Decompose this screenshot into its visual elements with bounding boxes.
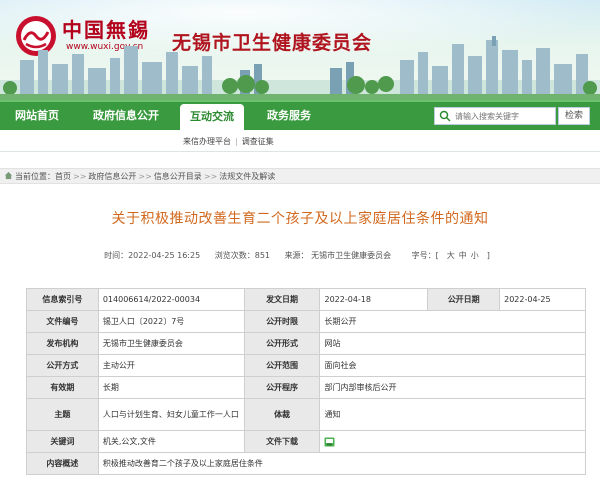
table-value: 无锡市卫生健康委员会 — [97, 332, 245, 355]
article-views: 浏览次数：851 — [214, 251, 271, 260]
table-key: 发文日期 — [243, 288, 321, 311]
table-value: 2022-04-25 — [499, 288, 586, 311]
table-row: 内容概述 积极推动改善育二个孩子及以上家庭居住条件 — [26, 452, 587, 475]
breadcrumb: 当前位置：首页 >> 政府信息公开 >> 信息公开目录 >> 法规文件及解读 — [0, 168, 600, 184]
nav-interaction[interactable]: 互动交流 — [180, 104, 244, 132]
nav-gov-info[interactable]: 政府信息公开 — [78, 102, 174, 130]
download-cell — [319, 430, 586, 453]
table-key: 文件编号 — [26, 310, 99, 333]
nav-home[interactable]: 网站首页 — [0, 102, 74, 130]
table-key: 内容概述 — [26, 452, 99, 475]
table-value: 网站 — [319, 332, 586, 355]
article-title: 关于积极推动改善生育二个孩子及以上家庭居住条件的通知 — [111, 211, 489, 227]
download-icon[interactable] — [324, 437, 335, 447]
subnav-item-letters[interactable]: 来信办理平台 — [183, 137, 231, 146]
table-row: 文件编号 锡卫人口〔2022〕7号 公开时限 长期公开 — [26, 310, 586, 333]
table-key: 公开程序 — [243, 376, 321, 399]
table-key: 公开时限 — [243, 310, 321, 333]
breadcrumb-separator: >> — [138, 172, 152, 181]
breadcrumb-prefix: 当前位置： — [15, 172, 55, 181]
table-value: 面向社会 — [319, 354, 586, 377]
table-value: 锡卫人口〔2022〕7号 — [97, 310, 245, 333]
table-key: 公开日期 — [427, 288, 501, 311]
table-value: 人口与计划生育、妇女儿童工作一人口 — [97, 398, 245, 431]
font-size-label-end: ] — [486, 251, 490, 260]
table-row: 关键词 机关,公文,文件 文件下载 — [26, 430, 586, 453]
site-banner: 中国無錫 www.wuxi.gov.cn 无锡市卫生健康委员会 — [0, 0, 600, 100]
font-size-control: 字号：[ 大中小] — [406, 251, 496, 260]
table-key: 体裁 — [243, 398, 321, 431]
font-size-small[interactable]: 小 — [471, 251, 479, 260]
table-key: 发布机构 — [26, 332, 99, 355]
table-value: 机关,公文,文件 — [97, 430, 245, 453]
font-size-medium[interactable]: 中 — [459, 251, 467, 260]
breadcrumb-separator: >> — [73, 172, 87, 181]
subnav-divider: | — [235, 137, 238, 146]
table-row: 发布机构 无锡市卫生健康委员会 公开形式 网站 — [26, 332, 586, 355]
search-button[interactable]: 检索 — [558, 107, 590, 125]
table-value: 积极推动改善育二个孩子及以上家庭居住条件 — [97, 452, 587, 475]
table-value: 014006614/2022-00034 — [97, 288, 245, 311]
article-source: 来源： 无锡市卫生健康委员会 — [284, 251, 392, 260]
font-size-large[interactable]: 大 — [447, 251, 455, 260]
table-key: 信息索引号 — [26, 288, 99, 311]
home-icon — [4, 171, 13, 180]
breadcrumb-separator: >> — [203, 172, 218, 181]
article-meta: 时间：2022-04-25 16:25 浏览次数：851 来源： 无锡市卫生健康… — [0, 250, 600, 261]
table-key: 公开形式 — [243, 332, 321, 355]
search-icon — [439, 110, 451, 122]
breadcrumb-item-home[interactable]: 首页 — [55, 172, 71, 181]
table-value: 部门内部审核后公开 — [319, 376, 586, 399]
table-row: 有效期 长期 公开程序 部门内部审核后公开 — [26, 376, 586, 399]
font-size-label: 字号：[ — [411, 251, 439, 260]
search-input[interactable] — [455, 111, 551, 121]
table-value: 长期公开 — [319, 310, 586, 333]
table-key: 文件下载 — [243, 430, 321, 453]
table-row: 公开方式 主动公开 公开范围 面向社会 — [26, 354, 586, 377]
table-row: 主题 人口与计划生育、妇女儿童工作一人口 体裁 通知 — [26, 398, 586, 431]
sub-nav: 来信办理平台 | 调查征集 — [0, 130, 600, 152]
table-key: 公开方式 — [26, 354, 99, 377]
table-row: 信息索引号 014006614/2022-00034 发文日期 2022-04-… — [26, 288, 586, 311]
article-time: 时间：2022-04-25 16:25 — [104, 251, 201, 260]
table-value: 通知 — [319, 398, 586, 431]
table-key: 有效期 — [26, 376, 99, 399]
table-value: 主动公开 — [97, 354, 245, 377]
search-box[interactable] — [434, 107, 556, 125]
info-table: 信息索引号 014006614/2022-00034 发文日期 2022-04-… — [26, 288, 587, 475]
table-value: 长期 — [97, 376, 245, 399]
table-value: 2022-04-18 — [319, 288, 429, 311]
table-key: 关键词 — [26, 430, 99, 453]
breadcrumb-item-regulations[interactable]: 法规文件及解读 — [219, 172, 275, 181]
table-key: 公开范围 — [243, 354, 321, 377]
table-key: 主题 — [26, 398, 99, 431]
subnav-item-survey[interactable]: 调查征集 — [242, 137, 274, 146]
main-nav: 网站首页 政府信息公开 互动交流 政务服务 检索 — [0, 100, 600, 132]
nav-services[interactable]: 政务服务 — [252, 102, 326, 130]
city-skyline-image — [0, 36, 600, 100]
breadcrumb-item-gov-info[interactable]: 政府信息公开 — [88, 172, 136, 181]
breadcrumb-item-catalog[interactable]: 信息公开目录 — [154, 172, 202, 181]
